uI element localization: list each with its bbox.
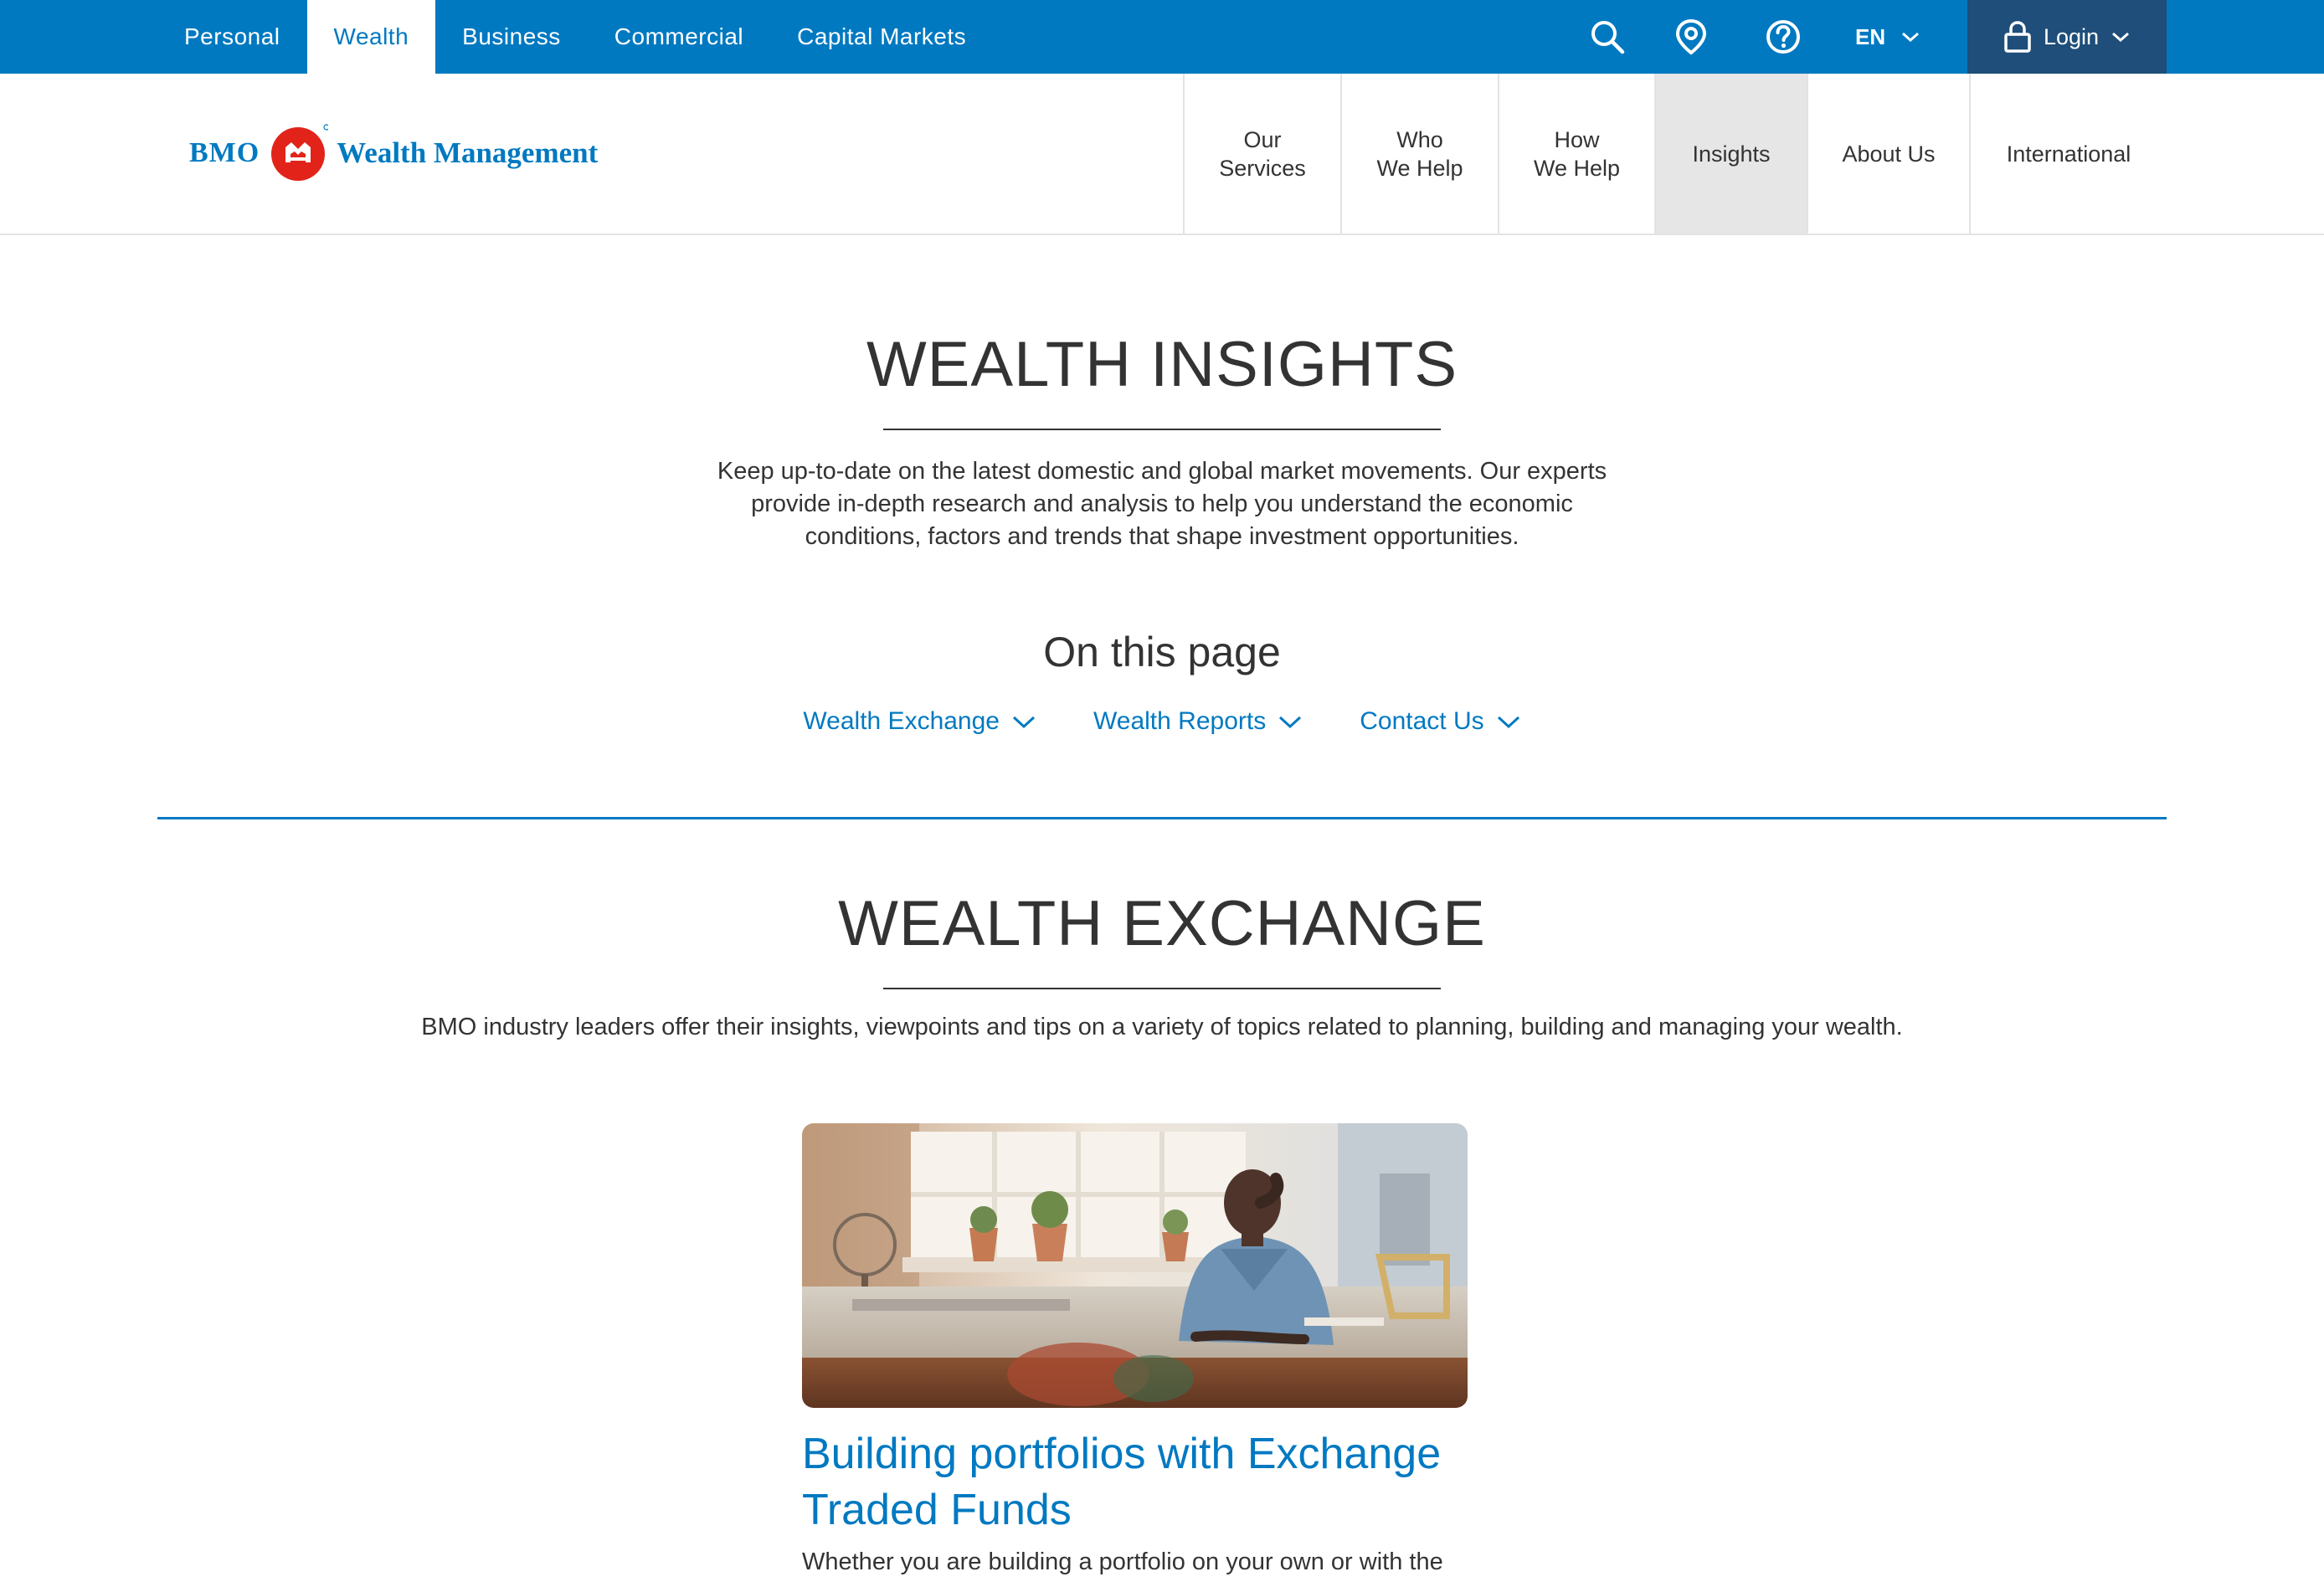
nav-our-services[interactable]: Our Services	[1183, 74, 1340, 234]
on-this-page-heading: On this page	[1043, 629, 1281, 675]
nav-insights[interactable]: Insights	[1654, 74, 1807, 234]
segment-nav: Personal Wealth Business Commercial Capi…	[157, 0, 993, 74]
search-icon	[1591, 21, 1625, 54]
tab-wealth[interactable]: Wealth	[306, 0, 436, 74]
exchange-description: BMO industry leaders offer their insight…	[421, 1014, 1903, 1040]
chevron-down-icon	[1902, 32, 1920, 43]
nav-who-we-help[interactable]: Who We Help	[1340, 74, 1498, 234]
intro-line: conditions, factors and trends that shap…	[805, 523, 1519, 550]
login-button[interactable]: Login	[1967, 0, 2167, 74]
nav-how-we-help[interactable]: How We Help	[1498, 74, 1654, 234]
help-icon	[1766, 20, 1800, 54]
nav-label: How We Help	[1533, 126, 1621, 181]
location-pin-icon	[1675, 18, 1707, 55]
bmo-roundel-icon	[271, 124, 329, 181]
nav-label: Insights	[1692, 141, 1771, 167]
chevron-down-icon	[2112, 32, 2130, 43]
intro-line: Keep up-to-date on the latest domestic a…	[717, 458, 1607, 485]
help-button[interactable]	[1763, 17, 1803, 57]
tab-personal[interactable]: Personal	[157, 0, 307, 74]
nav-international[interactable]: International	[1969, 74, 2167, 234]
jump-links: Wealth Exchange Wealth Reports Contact U…	[0, 707, 2324, 736]
search-button[interactable]	[1587, 17, 1627, 57]
nav-label: Our Services	[1219, 126, 1306, 181]
nav-label: Who We Help	[1376, 126, 1463, 181]
article-teaser: Whether you are building a portfolio on …	[802, 1548, 1443, 1575]
jump-link-wealth-reports[interactable]: Wealth Reports	[1093, 707, 1303, 736]
jump-link-label: Contact Us	[1360, 707, 1484, 735]
nav-about-us[interactable]: About Us	[1807, 74, 1969, 234]
article-title-link[interactable]: Building portfolios with Exchange Traded…	[802, 1426, 1468, 1538]
article-card: Building portfolios with Exchange Traded…	[802, 1123, 1468, 1579]
jump-link-wealth-exchange[interactable]: Wealth Exchange	[803, 707, 1036, 736]
tab-commercial[interactable]: Commercial	[588, 0, 770, 74]
insights-intro: Keep up-to-date on the latest domestic a…	[660, 455, 1664, 553]
logo-bmo-text: BMO	[189, 137, 260, 168]
tab-capital-markets[interactable]: Capital Markets	[770, 0, 993, 74]
language-label: EN	[1855, 23, 1886, 49]
nav-label: About Us	[1842, 141, 1936, 167]
chevron-down-icon	[1279, 716, 1302, 729]
locations-button[interactable]	[1671, 17, 1711, 57]
title-underline	[883, 429, 1441, 430]
intro-line: provide in-depth research and analysis t…	[751, 490, 1573, 517]
chevron-down-icon	[1012, 716, 1036, 729]
tab-business[interactable]: Business	[435, 0, 588, 74]
top-utility-bar: Personal Wealth Business Commercial Capi…	[0, 0, 2324, 74]
section-divider	[157, 817, 2167, 819]
jump-link-label: Wealth Exchange	[803, 707, 1000, 735]
exchange-title: WEALTH EXCHANGE	[838, 888, 1486, 959]
language-selector[interactable]: EN	[1855, 0, 1920, 74]
jump-link-contact-us[interactable]: Contact Us	[1360, 707, 1520, 736]
logo-division-text: Wealth Management	[337, 136, 599, 169]
jump-link-label: Wealth Reports	[1093, 707, 1267, 735]
nav-label: International	[2006, 141, 2131, 167]
title-underline	[883, 988, 1441, 989]
chevron-down-icon	[1497, 716, 1519, 729]
lock-icon	[2004, 21, 2031, 53]
article-image[interactable]	[802, 1123, 1468, 1408]
bmo-wealth-logo[interactable]: BMO Wealth Management	[189, 124, 598, 182]
main-header: BMO Wealth Management Our Services Who W…	[0, 74, 2324, 235]
insights-title: WEALTH INSIGHTS	[866, 329, 1458, 400]
login-label: Login	[2043, 23, 2100, 49]
